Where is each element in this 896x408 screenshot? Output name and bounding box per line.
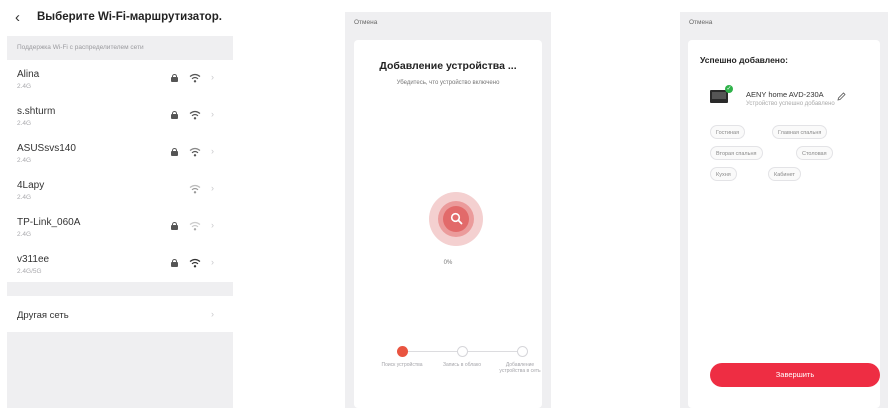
room-chip[interactable]: Вторая спальня [710,146,763,160]
wifi-hint: Поддержка Wi-Fi с распределителем сети [17,44,144,51]
chevron-right-icon: › [211,183,214,193]
network-item[interactable]: s.shturm 2.4G › [7,99,233,135]
adding-card: Добавление устройства ... Убедитесь, что… [354,40,542,408]
network-item[interactable]: Alina 2.4G › [7,62,233,98]
cancel-button[interactable]: Отмена [689,19,712,26]
network-band: 2.4G [17,120,32,127]
network-name: TP-Link_060A [17,217,81,228]
room-chip[interactable]: Главная спальня [772,125,828,139]
network-name: 4Lapy [17,180,45,191]
wifi-icon [189,219,201,231]
chevron-right-icon: › [211,72,214,82]
network-band: 2.4G [17,194,32,201]
check-icon: ✓ [725,85,733,93]
page-title: Добавление устройства ... [379,60,517,72]
chevron-right-icon: › [211,146,214,156]
step-label-cloud: Запись в облако [443,362,481,368]
step-dot-network [517,346,528,357]
network-list: Alina 2.4G › s.shturm 2.4G › ASUSsvs140 … [7,60,233,282]
finish-button[interactable]: Завершить [710,363,880,387]
network-band: 2.4G/5G [17,268,42,275]
network-band: 2.4G [17,231,32,238]
adding-device-screen: Отмена Добавление устройства ... Убедите… [345,12,551,408]
back-chevron-icon[interactable]: ‹ [15,9,20,26]
wifi-icon [189,71,201,83]
page-title: Успешно добавлено: [700,55,788,65]
cancel-button[interactable]: Отмена [354,19,377,26]
wifi-icon [189,145,201,157]
lock-icon [171,222,178,230]
chevron-right-icon: › [211,257,214,267]
room-chip[interactable]: Гостиная [710,125,746,139]
device-status: Устройство успешно добавлено [746,101,835,107]
room-chip[interactable]: Кухня [710,167,737,181]
lock-icon [171,111,178,119]
wifi-select-screen: ‹ Выберите Wi-Fi-маршрутизатор. Поддержк… [7,0,233,408]
header: ‹ Выберите Wi-Fi-маршрутизатор. [7,0,233,36]
step-dot-search [397,346,408,357]
wifi-icon [189,108,201,120]
network-name: ASUSsvs140 [17,143,76,154]
other-network-label: Другая сеть [17,310,69,321]
search-icon [450,212,463,225]
progress-percent: 0% [443,260,453,266]
lock-icon [171,74,178,82]
network-band: 2.4G [17,83,32,90]
device-name: AENY home AVD-230A [746,90,824,99]
lock-icon [171,148,178,156]
wifi-icon [189,256,201,268]
room-chip[interactable]: Кабинет [768,167,801,181]
network-name: s.shturm [17,106,56,117]
lock-icon [171,259,178,267]
network-name: Alina [17,69,40,80]
network-item[interactable]: 4Lapy 2.4G › [7,173,233,209]
other-network-item[interactable]: Другая сеть › [7,296,233,332]
step-label-search: Поиск устройства [381,362,423,368]
chevron-right-icon: › [211,309,214,319]
network-band: 2.4G [17,157,32,164]
pencil-icon[interactable] [837,88,846,101]
success-card: Успешно добавлено: ✓ AENY home AVD-230A … [688,40,880,408]
wifi-icon [189,182,201,194]
page-title: Выберите Wi-Fi-маршрутизатор. [37,11,222,23]
chevron-right-icon: › [211,109,214,119]
step-dot-cloud [457,346,468,357]
network-item[interactable]: TP-Link_060A 2.4G › [7,210,233,246]
network-name: v311ee [17,254,50,265]
step-label-network: Добавление устройства в сеть [499,362,541,374]
page-subtitle: Убедитесь, что устройство включено [396,80,500,86]
chevron-right-icon: › [211,220,214,230]
room-chip[interactable]: Столовая [796,146,833,160]
network-item[interactable]: v311ee 2.4G/5G › [7,247,233,283]
success-screen: Отмена Успешно добавлено: ✓ AENY home AV… [680,12,888,408]
network-item[interactable]: ASUSsvs140 2.4G › [7,136,233,172]
